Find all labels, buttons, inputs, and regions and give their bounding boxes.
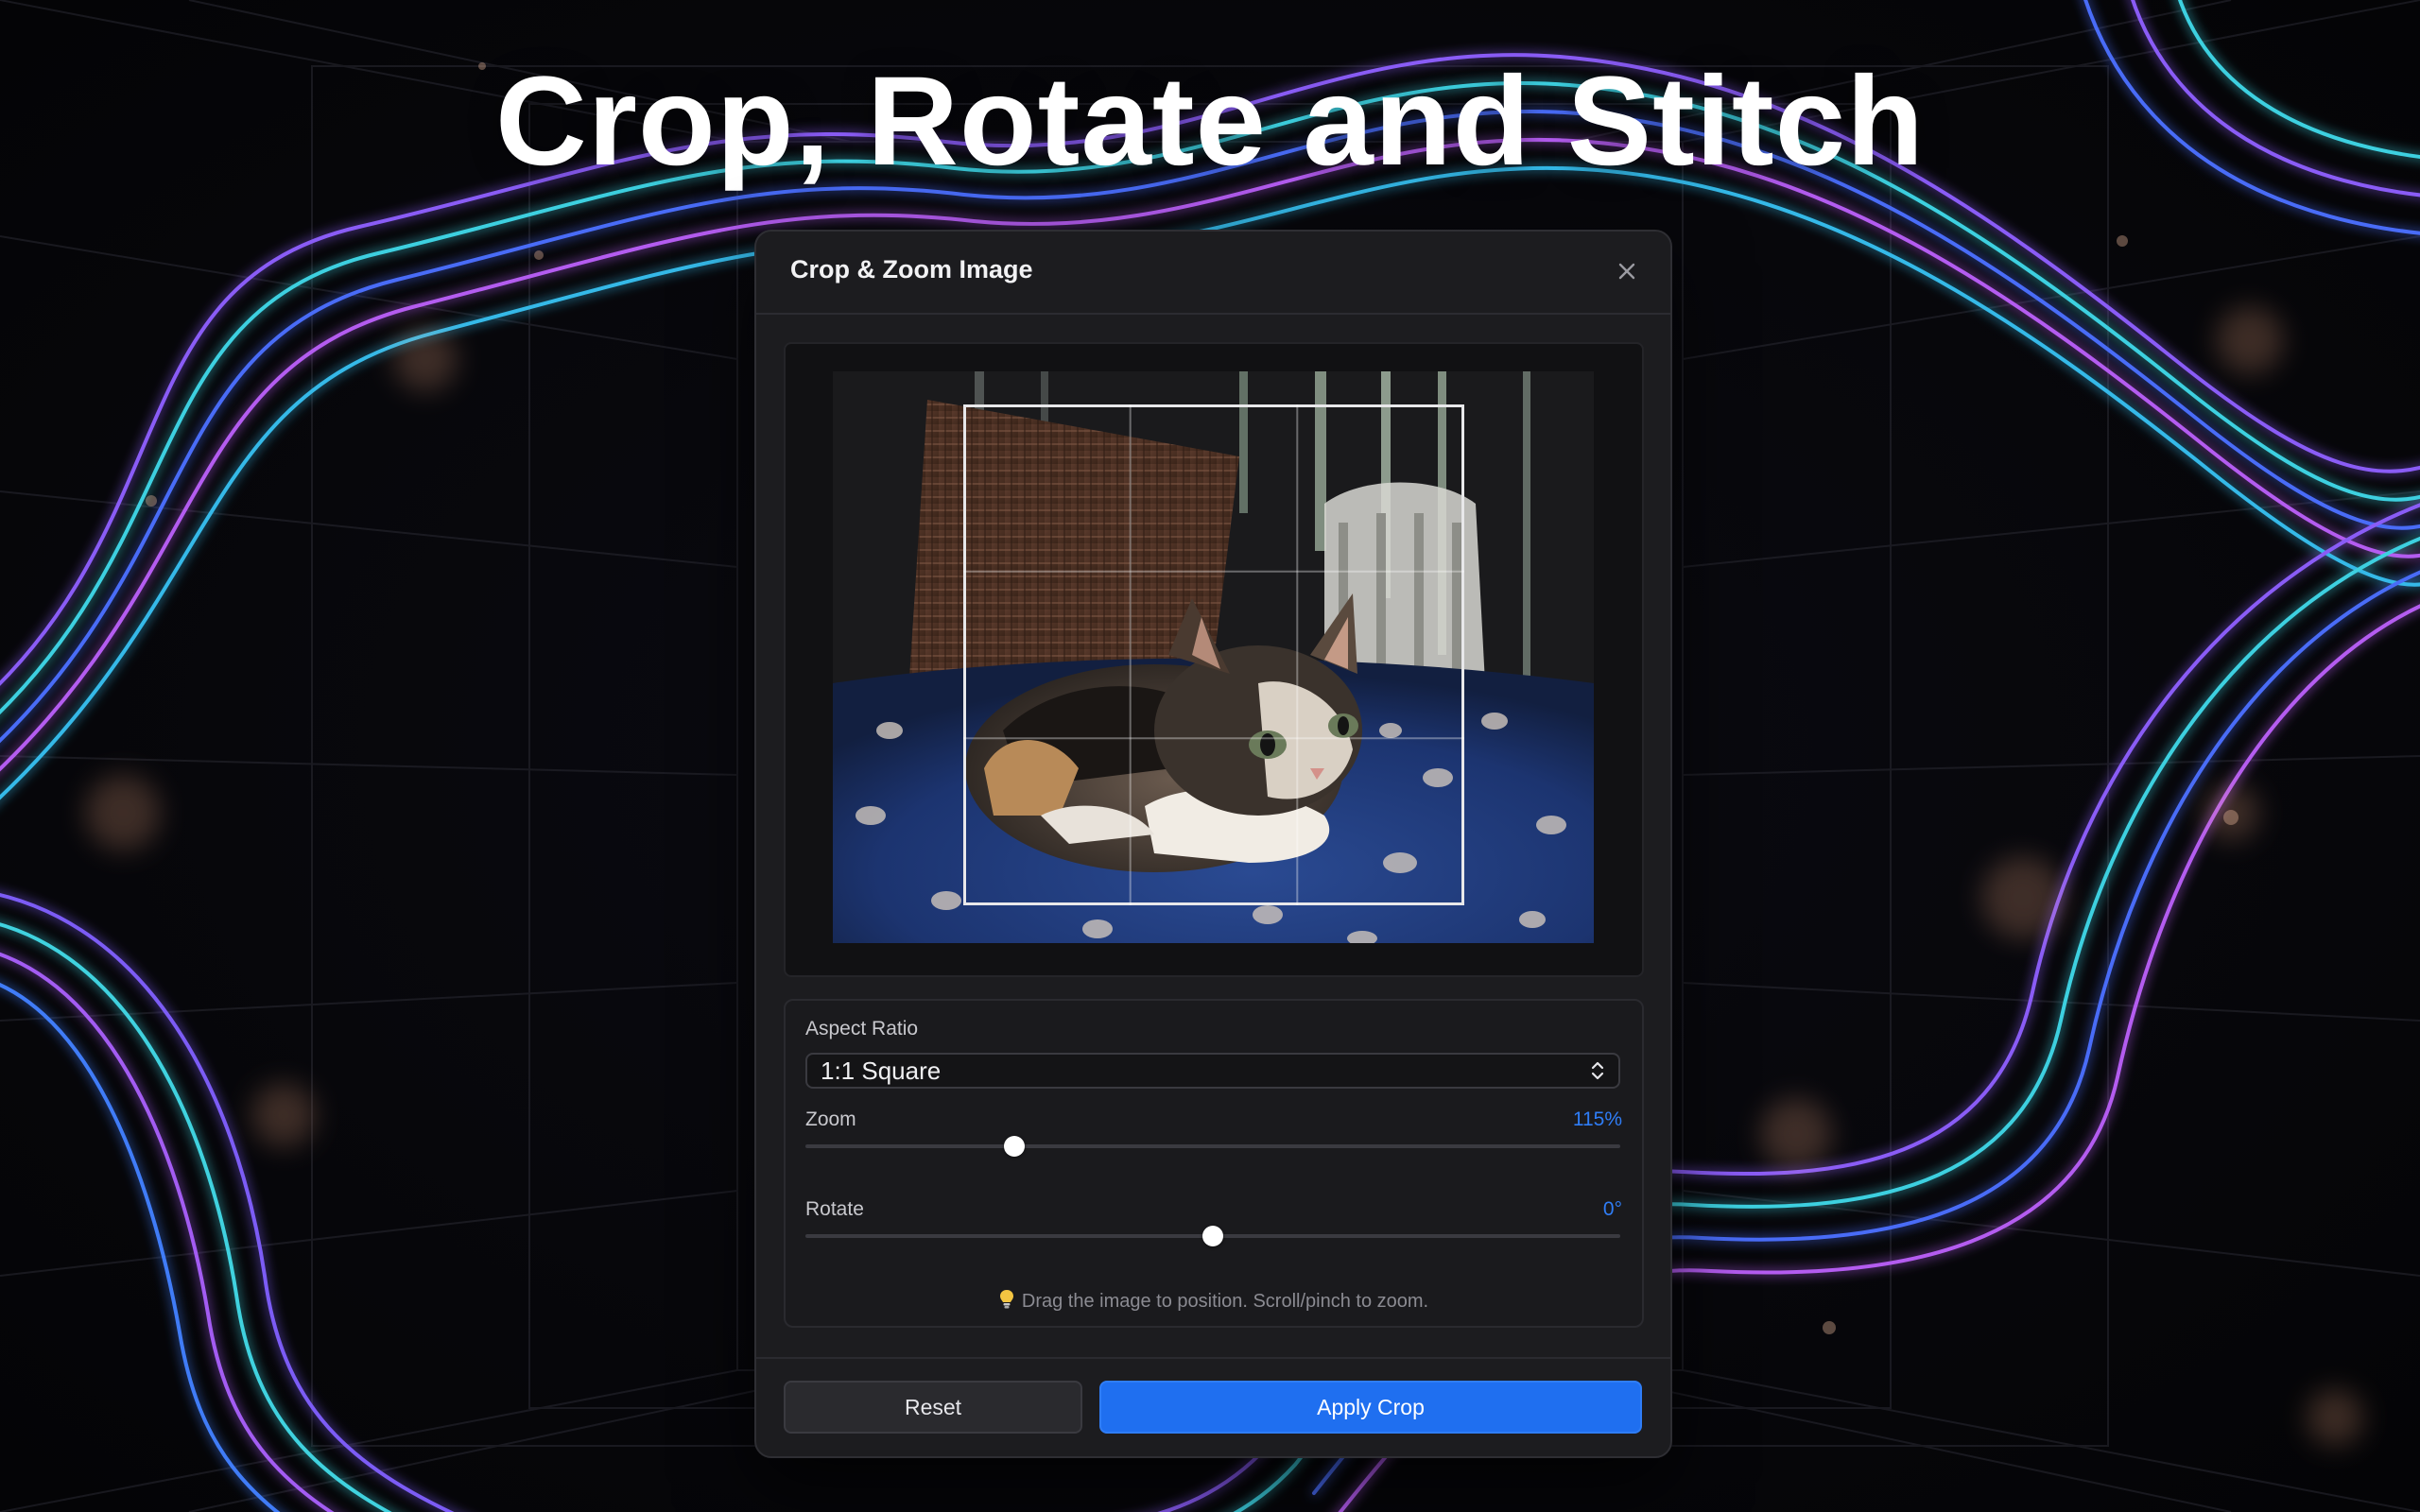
hint-text: Drag the image to position. Scroll/pinch… [1021, 1291, 1429, 1312]
aspect-ratio-select[interactable]: 1:1 Square [805, 1053, 1620, 1089]
page-headline: Crop, Rotate and Stitch [495, 51, 1925, 192]
dialog-header: Crop & Zoom Image [756, 232, 1670, 315]
reset-button[interactable]: Reset [784, 1381, 1082, 1434]
image-preview-area[interactable] [784, 342, 1644, 977]
zoom-value: 115% [1572, 1108, 1622, 1130]
rotate-slider-thumb[interactable] [1202, 1226, 1223, 1246]
close-button[interactable] [1608, 252, 1646, 290]
aspect-ratio-value: 1:1 Square [821, 1056, 942, 1085]
apply-crop-button[interactable]: Apply Crop [1099, 1381, 1642, 1434]
aspect-ratio-label: Aspect Ratio [805, 1018, 919, 1040]
crop-frame[interactable] [963, 404, 1464, 905]
zoom-slider-thumb[interactable] [1003, 1136, 1025, 1157]
usage-hint: Drag the image to position. Scroll/pinch… [786, 1289, 1642, 1313]
chevron-updown-icon [1591, 1061, 1604, 1080]
zoom-label: Zoom [805, 1108, 856, 1130]
dialog-title: Crop & Zoom Image [790, 255, 1033, 284]
zoom-slider[interactable] [805, 1135, 1620, 1158]
crop-zoom-dialog: Crop & Zoom Image Aspect Ratio 1:1 Squar… [754, 230, 1672, 1458]
rotate-label: Rotate [805, 1198, 864, 1220]
rotate-value: 0° [1602, 1198, 1622, 1220]
close-icon [1618, 263, 1635, 280]
lightbulb-icon [999, 1290, 1013, 1309]
footer-divider [756, 1357, 1670, 1359]
crop-controls-panel: Aspect Ratio 1:1 Square Zoom 115% Rotate… [784, 999, 1644, 1328]
rotate-slider[interactable] [805, 1225, 1620, 1247]
zoom-slider-track[interactable] [805, 1144, 1620, 1148]
